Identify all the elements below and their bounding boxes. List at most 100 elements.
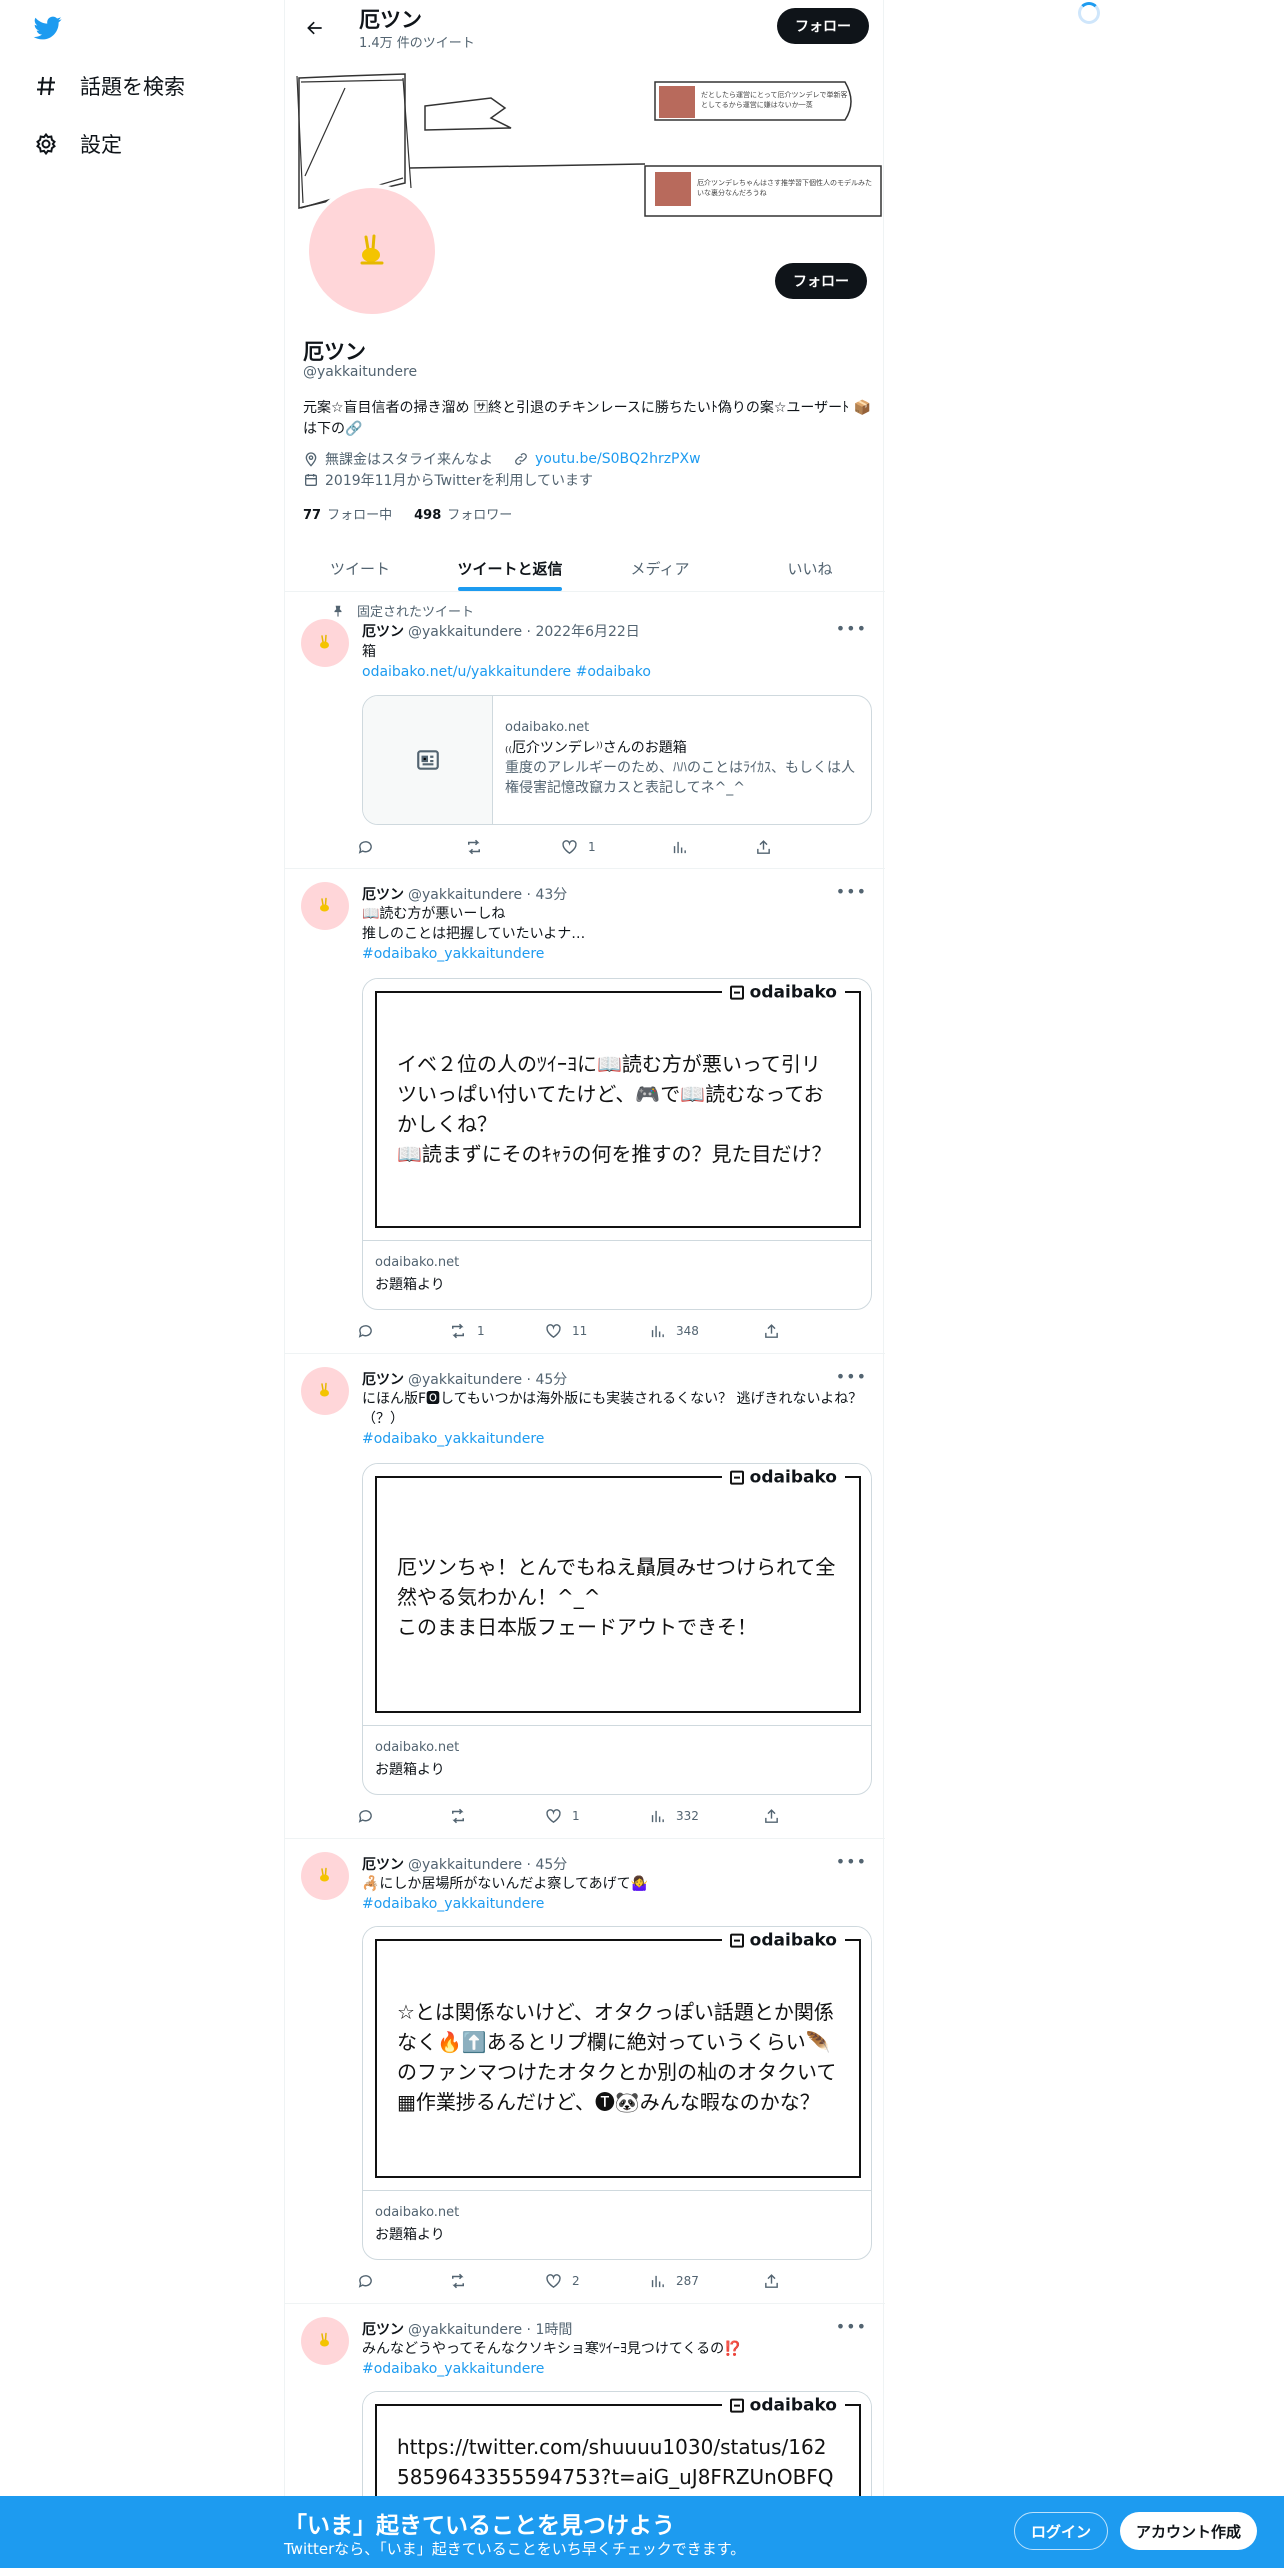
back-arrow-icon[interactable] [299,12,331,44]
odaibako-card[interactable]: odaibako 厄ツンちゃ！とんでもねえ贔屓みせつけられて全然やる気わかん！^… [362,1463,872,1795]
link-card[interactable]: odaibako.net ₍₍厄介ツンデレ⁾⁾さんのお題箱 重度のアレルギーのた… [362,695,872,825]
following-link[interactable]: 77 フォロー中 [303,504,392,523]
profile-link[interactable]: youtu.be/S0BQ2hrzPXw [535,451,701,467]
odaibako-brand: odaibako [721,1930,845,1951]
tweet-meta: @yakkaitundere · 2022年6月22日 [408,624,640,640]
views-button[interactable]: 287 [649,2272,763,2290]
odaibako-card[interactable]: odaibako ☆とは関係ないけど、オタクっぽい話題とか関係なく🔥⬆️あるとリ… [362,1926,872,2260]
odaibako-logo-icon [729,2398,744,2413]
profile-meta-row: 無課金はスタライ来んなよ youtu.be/S0BQ2hrzPXw [303,449,701,469]
retweet-icon [452,1808,464,1824]
reply-button[interactable] [357,2272,449,2290]
signup-button[interactable]: アカウント作成 [1120,2512,1258,2550]
like-button[interactable]: 1 [545,1807,649,1825]
bunny-icon [360,234,384,265]
tweet-hashtag[interactable]: #odaibako_yakkaitundere [362,1894,872,1914]
retweet-button[interactable] [465,838,561,856]
profile-tabs: ツイート ツイートと返信 メディア いいね [285,546,885,592]
tweet-text: 箱 odaibako.net/u/yakkaitundere #odaibako [362,642,872,682]
tab-tweets-replies[interactable]: ツイートと返信 [435,546,585,591]
location-icon [305,452,317,467]
tweet-link[interactable]: odaibako.net/u/yakkaitundere #odaibako [362,662,872,682]
tweet[interactable]: 厄ツン @yakkaitundere · 43分 ••• 📖読む方が悪いーしね … [285,870,885,1354]
tweet-text: 📖読む方が悪いーしね 推しのことは把握していたいよナ… #odaibako_ya… [362,904,872,964]
tweet-author-name[interactable]: 厄ツン [362,2319,404,2339]
more-icon[interactable]: ••• [836,619,867,638]
views-icon [673,841,686,853]
tweet-meta: @yakkaitundere · 43分 [408,887,568,903]
tweet-author-name[interactable]: 厄ツン [362,884,404,904]
card-title: お題箱より [375,1762,445,1778]
nav-settings[interactable]: 設定 [32,124,122,164]
retweet-icon [468,839,480,855]
share-button[interactable] [763,1807,780,1825]
views-icon [651,1810,664,1822]
nav-explore[interactable]: 話題を検索 [32,66,185,106]
card-footer: odaibako.net お題箱より [375,2205,459,2244]
reply-button[interactable] [357,1322,449,1340]
tweet-hashtag[interactable]: #odaibako_yakkaitundere [362,1429,872,1449]
share-button[interactable] [763,1322,780,1340]
views-button[interactable]: 332 [649,1807,763,1825]
tweet-avatar[interactable] [301,2317,349,2365]
tweet-pinned[interactable]: 固定されたツイート 厄ツン @yakkaitundere · 2022年6月22… [285,593,885,869]
followers-link[interactable]: 498 フォロワー [414,504,512,523]
twitter-logo-icon[interactable] [32,14,64,42]
tweet-text-line: みんなどうやってそんなクソキショ寒ﾂｲｰﾖ見つけてくるの⁉️ [362,2341,742,2357]
more-icon[interactable]: ••• [836,2317,867,2336]
odaibako-brand: odaibako [721,1467,845,1488]
profile-name: 厄ツン [303,340,366,364]
share-button[interactable] [763,2272,780,2290]
share-button[interactable] [755,838,772,856]
tab-tweets[interactable]: ツイート [285,546,435,591]
views-button[interactable]: 348 [649,1322,763,1340]
views-icon [651,2275,664,2287]
tweet-author-name[interactable]: 厄ツン [362,1854,404,1874]
login-button[interactable]: ログイン [1014,2512,1109,2550]
reply-icon [358,1324,372,1338]
tweet[interactable]: 厄ツン @yakkaitundere · 1時間 ••• みんなどうやってそんな… [285,2305,885,2531]
more-icon[interactable]: ••• [836,882,867,901]
tweet-avatar[interactable] [301,882,349,930]
odaibako-question: イベ２位の人のﾂｲｰﾖに📖読む方が悪いって引リツいっぱい付いてたけど、🎮で📖読む… [397,1052,832,1166]
tab-likes[interactable]: いいね [735,546,885,591]
share-icon [765,1323,778,1338]
like-count: 1 [588,840,596,854]
like-button[interactable]: 1 [561,838,671,856]
profile-avatar[interactable] [305,184,439,318]
tweet-hashtag[interactable]: #odaibako_yakkaitundere [362,944,872,964]
odaibako-card[interactable]: odaibako イベ２位の人のﾂｲｰﾖに📖読む方が悪いって引リツいっぱい付いて… [362,978,872,1310]
tweet[interactable]: 厄ツン @yakkaitundere · 45分 ••• にほん版F🅾してもいつ… [285,1355,885,1839]
signup-banner-subtitle: Twitterなら、「いま」起きていることをいち早くチェックできます。 [284,2540,746,2558]
tweet-text-line: 推しのことは把握していたいよナ… [362,926,586,942]
tab-media[interactable]: メディア [585,546,735,591]
like-button[interactable]: 11 [545,1322,649,1340]
retweet-button[interactable] [449,2272,545,2290]
like-count: 2 [572,2274,580,2288]
profile-joined: 2019年11月からTwitterを利用しています [325,473,593,489]
tweet-text-line: 箱 [362,644,376,660]
like-button[interactable]: 2 [545,2272,649,2290]
more-icon[interactable]: ••• [836,1367,867,1386]
follow-button[interactable]: フォロー [775,263,867,299]
tweet-avatar[interactable] [301,1367,349,1415]
follow-button-header[interactable]: フォロー [777,8,869,44]
nav-settings-label: 設定 [80,133,122,157]
tweet-hashtag[interactable]: #odaibako_yakkaitundere [362,2359,872,2379]
tweet-avatar[interactable] [301,1852,349,1900]
tweet-author-name[interactable]: 厄ツン [362,621,404,641]
reply-button[interactable] [357,1807,449,1825]
views-button[interactable] [671,838,755,856]
retweet-button[interactable] [449,1807,545,1825]
card-text: odaibako.net ₍₍厄介ツンデレ⁾⁾さんのお題箱 重度のアレルギーのた… [505,718,861,798]
tweet-avatar[interactable] [301,619,349,667]
retweet-button[interactable]: 1 [449,1322,545,1340]
tweet-author-name[interactable]: 厄ツン [362,1369,404,1389]
card-domain: odaibako.net [375,1740,460,1755]
tweet-header: 厄ツン @yakkaitundere · 45分 [362,1369,567,1389]
tweet[interactable]: 厄ツン @yakkaitundere · 45分 ••• 🦂にしか居場所がないん… [285,1840,885,2304]
like-count: 1 [572,1809,580,1823]
more-icon[interactable]: ••• [836,1852,867,1871]
reply-button[interactable] [357,838,465,856]
following-label: フォロー中 [327,508,393,523]
